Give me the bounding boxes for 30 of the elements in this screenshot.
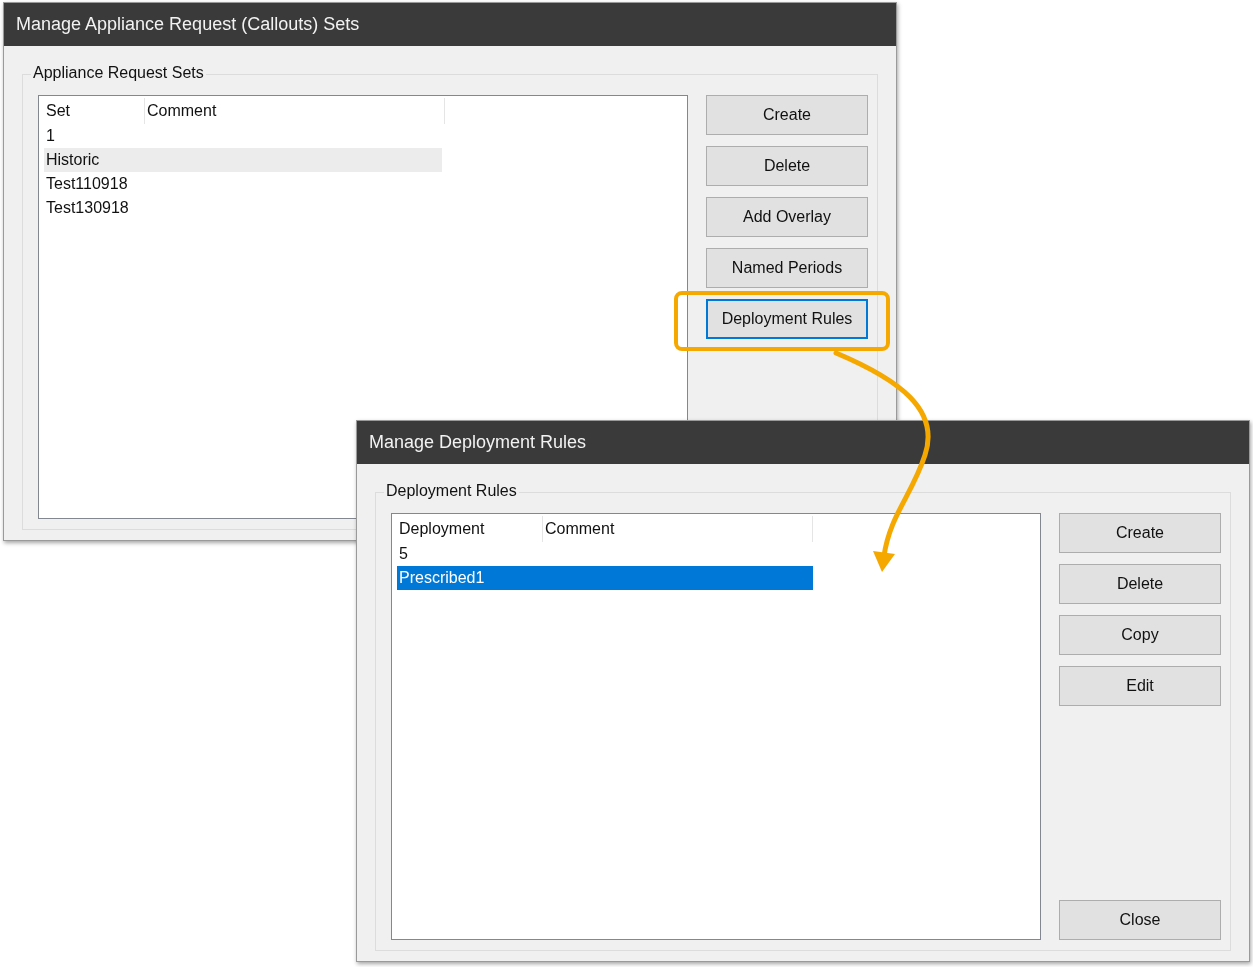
dialog-button[interactable]: Add Overlay [706,197,868,237]
row-text: 1 [45,127,56,145]
list-row[interactable]: Test130918 [44,196,442,220]
column-header[interactable]: Set [44,98,145,124]
column-header[interactable]: Comment [145,98,445,124]
list-row[interactable]: Prescribed1 [397,566,813,590]
dialog-button[interactable]: Deployment Rules [706,299,868,339]
window-title: Manage Appliance Request (Callouts) Sets [4,3,896,46]
dialog-button[interactable]: Delete [706,146,868,186]
row-text: Test110918 [45,175,129,193]
column-header[interactable]: Comment [543,516,813,542]
dialog-button[interactable]: Named Periods [706,248,868,288]
row-text: Historic [45,151,101,169]
dialog-button[interactable]: Copy [1059,615,1221,655]
dialog-button[interactable]: Create [706,95,868,135]
dialog-button[interactable]: Create [1059,513,1221,553]
window-title: Manage Deployment Rules [357,421,1249,464]
row-text: Test130918 [45,199,130,217]
list-row[interactable]: 5 [397,542,813,566]
dialog-button[interactable]: Edit [1059,666,1221,706]
group-label: Deployment Rules [384,482,519,500]
dialog-button[interactable]: Delete [1059,564,1221,604]
column-header[interactable]: Deployment [397,516,543,542]
list-row[interactable]: Test110918 [44,172,442,196]
list-row[interactable]: Historic [44,148,442,172]
group-label: Appliance Request Sets [31,64,206,82]
row-text: Prescribed1 [398,569,486,587]
list-row[interactable]: 1 [44,124,442,148]
row-text: 5 [398,545,409,563]
dialog-button[interactable]: Close [1059,900,1221,940]
